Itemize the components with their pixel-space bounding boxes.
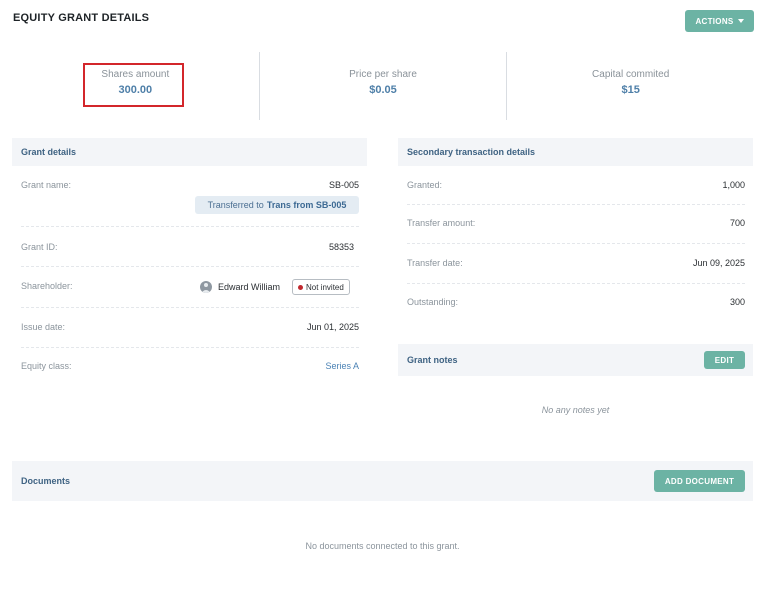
grant-details-header: Grant details xyxy=(12,138,367,166)
chevron-down-icon xyxy=(737,19,744,23)
issue-date-value: Jun 01, 2025 xyxy=(306,322,359,332)
summary-bar: Shares amount 300.00 Price per share $0.… xyxy=(12,52,754,120)
secondary-details-header: Secondary transaction details xyxy=(398,138,753,166)
summary-capital-committed: Capital commited $15 xyxy=(507,52,754,120)
status-text: Not invited xyxy=(306,282,344,292)
transfer-link[interactable]: Trans from SB-005 xyxy=(267,200,347,210)
notes-empty-text: No any notes yet xyxy=(541,405,610,415)
page-title: EQUITY GRANT DETAILS xyxy=(13,12,150,24)
add-document-button[interactable]: ADD DOCUMENT xyxy=(654,470,745,492)
outstanding-row: Outstanding: 300 xyxy=(407,297,745,317)
transfer-amount-row: Transfer amount: 700 xyxy=(407,218,745,244)
issue-date-label: Issue date: xyxy=(21,322,66,332)
equity-class-label: Equity class: xyxy=(21,361,72,371)
summary-label: Capital commited xyxy=(592,69,670,80)
transfer-prefix: Transferred to xyxy=(207,200,264,210)
transfer-badge: Transferred to Trans from SB-005 xyxy=(195,196,359,214)
grant-id-value: 58353 xyxy=(328,242,354,252)
equity-class-row: Equity class: Series A xyxy=(21,361,359,381)
transfer-date-row: Transfer date: Jun 09, 2025 xyxy=(407,258,745,284)
shareholder-label: Shareholder: xyxy=(21,281,73,291)
documents-header: Documents xyxy=(12,461,753,501)
transfer-amount-value: 700 xyxy=(729,218,745,228)
issue-date-row: Issue date: Jun 01, 2025 xyxy=(21,322,359,348)
summary-value: 300.00 xyxy=(118,84,153,96)
granted-value: 1,000 xyxy=(722,180,745,190)
avatar-icon xyxy=(200,281,212,293)
transfer-amount-label: Transfer amount: xyxy=(407,218,476,228)
shareholder-name[interactable]: Edward William xyxy=(218,282,280,292)
summary-shares-amount: Shares amount 300.00 xyxy=(12,52,260,120)
transfer-date-value: Jun 09, 2025 xyxy=(692,258,745,268)
outstanding-label: Outstanding: xyxy=(407,297,459,307)
status-badge: Not invited xyxy=(292,279,350,295)
transfer-date-label: Transfer date: xyxy=(407,258,463,268)
outstanding-value: 300 xyxy=(729,297,745,307)
summary-label: Shares amount xyxy=(101,69,170,80)
summary-value: $0.05 xyxy=(369,84,397,96)
edit-notes-button[interactable]: EDIT xyxy=(704,351,745,369)
granted-row: Granted: 1,000 xyxy=(407,180,745,205)
status-dot-icon xyxy=(298,284,304,290)
grant-name-label: Grant name: xyxy=(21,180,72,190)
grant-id-label: Grant ID: xyxy=(21,242,58,252)
shareholder-info[interactable]: Edward William Not invited xyxy=(200,279,350,295)
documents-empty-text: No documents connected to this grant. xyxy=(305,541,460,551)
summary-value: $15 xyxy=(621,84,640,96)
grant-name-value: SB-005 xyxy=(328,180,359,190)
grant-notes-header: Grant notes xyxy=(398,344,753,376)
summary-label: Price per share xyxy=(349,69,417,80)
actions-label: ACTIONS xyxy=(695,16,734,26)
summary-price-per-share: Price per share $0.05 xyxy=(260,52,508,120)
grant-id-row: Grant ID: 58353 xyxy=(21,242,359,267)
equity-class-link[interactable]: Series A xyxy=(325,361,359,371)
actions-button[interactable]: ACTIONS xyxy=(685,10,754,32)
granted-label: Granted: xyxy=(407,180,443,190)
